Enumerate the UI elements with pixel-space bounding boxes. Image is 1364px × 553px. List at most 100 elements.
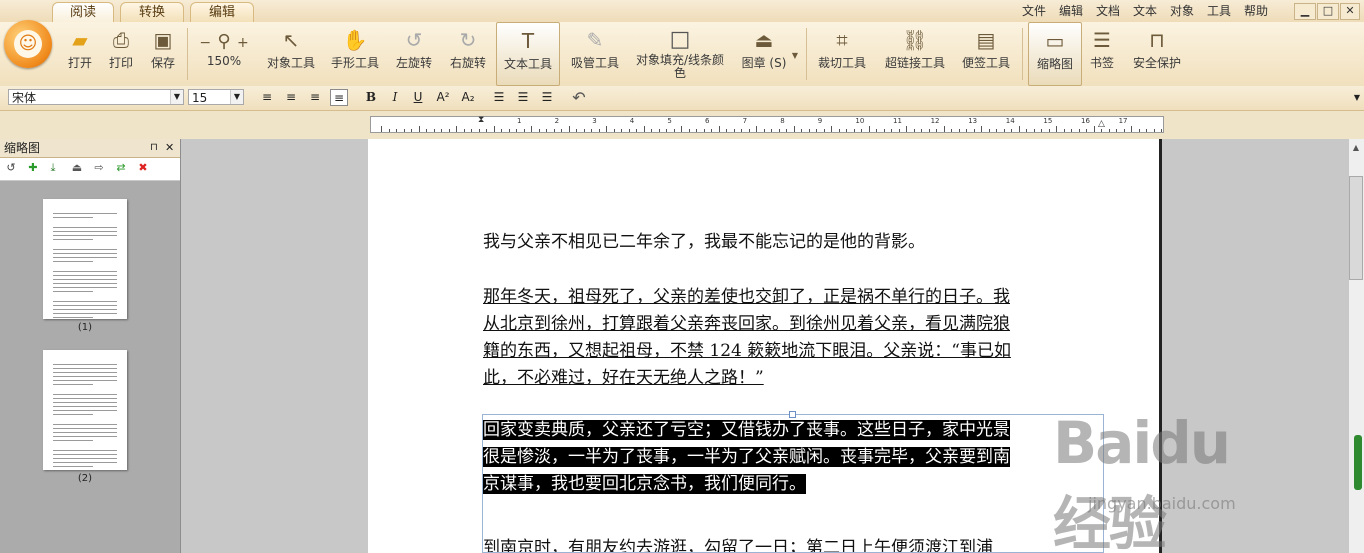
minimize-button[interactable]: ▁: [1294, 3, 1316, 20]
eyedropper-button[interactable]: ✎ 吸管工具: [566, 22, 624, 84]
page-thumbnail-1[interactable]: [43, 199, 127, 319]
thumbnail-text-line: [53, 213, 117, 214]
ruler-tick: [598, 129, 600, 132]
hand-tool-button[interactable]: ✋ 手形工具: [326, 22, 384, 84]
ruler-tick: [1011, 129, 1012, 132]
ruler-label: 4: [629, 117, 635, 125]
paragraph-underlined[interactable]: 那年冬天，祖母死了，父亲的差使也交卸了，正是祸不单行的日子。我 从北京到徐州，打…: [483, 284, 1107, 392]
ruler-tick: [883, 129, 885, 132]
ruler-tick: [756, 126, 757, 132]
export-page-icon[interactable]: ⇨: [92, 161, 106, 175]
page-thumbnail-2[interactable]: [43, 350, 127, 470]
tab-read[interactable]: 阅读: [52, 2, 114, 23]
open-button[interactable]: ▰ 打开: [60, 22, 100, 84]
thumbnail-text-line: [53, 279, 117, 280]
ruler-tick: [651, 129, 652, 132]
chevron-down-icon: ▼: [170, 90, 183, 104]
thumbnail-toggle-button[interactable]: ▭ 缩略图: [1028, 22, 1082, 86]
pin-icon[interactable]: ⊓: [150, 139, 158, 157]
panel-close-icon[interactable]: ✕: [165, 139, 174, 157]
undo-button[interactable]: ↶: [570, 89, 588, 106]
align-left-button[interactable]: ≡: [258, 89, 276, 106]
rotate-right-button[interactable]: ↻ 右旋转: [446, 22, 490, 84]
zoom-in-button[interactable]: +: [237, 35, 249, 51]
bookmark-button[interactable]: ☰ 书签: [1084, 22, 1120, 84]
text-tool-button[interactable]: T 文本工具: [496, 22, 560, 86]
menu-document[interactable]: 文档: [1096, 2, 1120, 19]
bold-button[interactable]: B: [362, 89, 380, 106]
object-tool-button[interactable]: ↖ 对象工具: [262, 22, 320, 84]
maximize-button[interactable]: □: [1317, 3, 1339, 20]
document-viewport[interactable]: 我与父亲不相见已二年余了，我最不能忘记的是他的背影。 那年冬天，祖母死了，父亲的…: [181, 139, 1348, 553]
align-center-button[interactable]: ≡: [282, 89, 300, 106]
rotate-page-icon[interactable]: ↺: [4, 161, 18, 175]
italic-button[interactable]: I: [386, 89, 404, 106]
text-line: 籍的东西，又想起祖母，不禁 124 簌簌地流下眼泪。父亲说：“事已如: [483, 341, 1011, 361]
superscript-button[interactable]: A²: [434, 89, 452, 106]
para-spacing-button[interactable]: ☰: [514, 89, 532, 106]
ruler-tick: [396, 129, 397, 132]
fill-color-button[interactable]: □ 对象填充/线条颜色: [632, 22, 728, 84]
note-icon: ▤: [976, 28, 996, 52]
ruler-tick: [501, 129, 502, 132]
underline-button[interactable]: U: [409, 89, 427, 106]
toolbar-expand-button[interactable]: ▼: [1348, 89, 1364, 106]
ruler-tick: [643, 126, 645, 132]
add-page-icon[interactable]: ✚: [26, 161, 40, 175]
side-widget[interactable]: [1354, 435, 1362, 490]
thumbnail-text-line: [53, 291, 93, 292]
align-right-button[interactable]: ≡: [306, 89, 324, 106]
menu-object[interactable]: 对象: [1170, 2, 1194, 19]
ruler-tick: [508, 129, 510, 132]
scroll-up-icon[interactable]: ▲: [1349, 141, 1363, 155]
horizontal-ruler[interactable]: 1 2 3 4 5 6 7 8 9 10 11 12 13 14 15 16 17: [370, 116, 1164, 133]
insert-page-icon[interactable]: ⤓: [46, 161, 60, 175]
indent-button[interactable]: ☰: [538, 89, 556, 106]
ruler-tick: [741, 129, 742, 132]
ruler-tick: [613, 129, 615, 132]
zoom-out-button[interactable]: −: [199, 35, 211, 51]
line-spacing-button[interactable]: ☰: [490, 89, 508, 106]
ruler-label: 1: [517, 117, 522, 125]
ruler-tick: [1078, 129, 1080, 132]
tab-convert[interactable]: 转换: [120, 2, 184, 23]
save-button[interactable]: ▣ 保存: [144, 22, 182, 84]
ruler-tick: [921, 129, 922, 132]
resize-handle[interactable]: [789, 411, 796, 418]
menu-file[interactable]: 文件: [1022, 2, 1046, 19]
stamp-dropdown[interactable]: ▼: [790, 22, 800, 84]
right-indent-marker-icon[interactable]: △: [1098, 119, 1105, 129]
close-button[interactable]: ✕: [1340, 3, 1360, 20]
document-page[interactable]: 我与父亲不相见已二年余了，我最不能忘记的是他的背影。 那年冬天，祖母死了，父亲的…: [368, 139, 1236, 553]
scrollbar-thumb[interactable]: [1349, 176, 1363, 280]
delete-page-icon[interactable]: ✖: [136, 161, 150, 175]
print-button[interactable]: ⎙ 打印: [102, 22, 140, 84]
ruler-tick: [1161, 129, 1162, 132]
crop-tool-button[interactable]: ⌗ 裁切工具: [814, 22, 870, 84]
ruler-tick: [381, 126, 382, 132]
menu-help[interactable]: 帮助: [1244, 2, 1268, 19]
subscript-button[interactable]: A₂: [459, 89, 477, 106]
replace-page-icon[interactable]: ⇄: [114, 161, 128, 175]
font-size-select[interactable]: 15 ▼: [188, 89, 244, 105]
menu-tools[interactable]: 工具: [1207, 2, 1231, 19]
hyperlink-tool-button[interactable]: ⛓ 超链接工具: [880, 22, 950, 84]
extract-page-icon[interactable]: ⏏: [70, 161, 84, 175]
font-select[interactable]: 宋体 ▼: [8, 89, 184, 105]
stamp-button[interactable]: ⏏ 图章 (S): [738, 22, 790, 84]
rotate-left-button[interactable]: ↺ 左旋转: [392, 22, 436, 84]
app-logo[interactable]: ☺: [4, 20, 52, 68]
menu-text[interactable]: 文本: [1133, 2, 1157, 19]
indent-marker-icon[interactable]: ⧗: [478, 115, 484, 125]
text-box-frame[interactable]: [482, 414, 1104, 553]
menu-edit[interactable]: 编辑: [1059, 2, 1083, 19]
magnifier-icon[interactable]: ⚲: [217, 31, 230, 52]
paragraph[interactable]: 我与父亲不相见已二年余了，我最不能忘记的是他的背影。: [483, 229, 1107, 256]
tab-edit[interactable]: 编辑: [190, 2, 254, 23]
thumbnail-text-line: [53, 450, 117, 451]
note-tool-button[interactable]: ▤ 便签工具: [958, 22, 1014, 84]
thumbnail-text-line: [53, 261, 93, 262]
zoom-level[interactable]: 150%: [192, 54, 256, 68]
security-button[interactable]: ⊓ 安全保护: [1128, 22, 1186, 84]
justify-button[interactable]: ≡: [330, 89, 348, 106]
